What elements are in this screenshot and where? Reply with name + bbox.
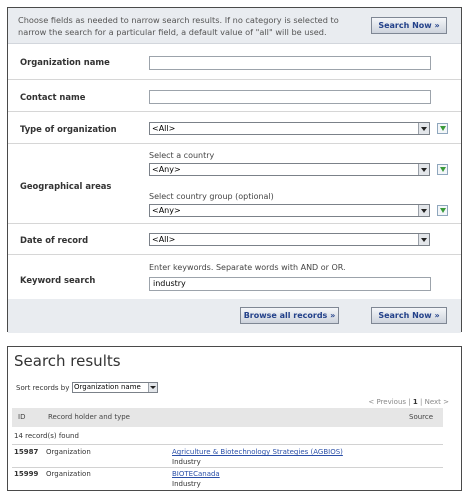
search-now-button-bottom[interactable]: Search Now » bbox=[371, 307, 447, 324]
date-of-record-value: <All> bbox=[152, 235, 176, 244]
geographical-areas-row: Select a country <Any> Geographical area… bbox=[8, 144, 461, 224]
previous-page-link[interactable]: < Previous bbox=[368, 398, 406, 406]
sort-label: Sort records by bbox=[16, 384, 70, 392]
chevron-down-icon[interactable] bbox=[418, 234, 429, 245]
organization-name-row: Organization name bbox=[8, 44, 461, 80]
date-of-record-label: Date of record bbox=[20, 235, 89, 245]
organization-name-input[interactable] bbox=[149, 56, 431, 70]
records-found-count: 14 record(s) found bbox=[14, 432, 79, 440]
country-group-label: Select country group (optional) bbox=[149, 192, 274, 201]
contact-name-row: Contact name bbox=[8, 80, 461, 112]
contact-name-input[interactable] bbox=[149, 90, 431, 104]
geographical-areas-label: Geographical areas bbox=[20, 181, 112, 191]
type-of-organization-label: Type of organization bbox=[20, 124, 117, 134]
organization-name-label: Organization name bbox=[20, 57, 110, 67]
search-now-button-top[interactable]: Search Now » bbox=[371, 17, 447, 34]
keyword-search-input[interactable]: industry bbox=[149, 277, 431, 291]
contact-name-label: Contact name bbox=[20, 92, 86, 102]
instructions-text: Choose fields as needed to narrow search… bbox=[18, 15, 339, 37]
record-type: Organization bbox=[46, 448, 91, 456]
record-category: Industry bbox=[172, 480, 201, 488]
country-group-value: <Any> bbox=[152, 206, 181, 215]
keyword-search-label: Keyword search bbox=[20, 275, 96, 285]
record-name-link[interactable]: BIOTECanada bbox=[172, 470, 220, 478]
add-country-group-icon[interactable] bbox=[437, 205, 448, 216]
type-of-organization-select[interactable]: <All> bbox=[149, 122, 430, 135]
pagination-separator: | bbox=[420, 398, 423, 406]
form-footer: Browse all records » Search Now » bbox=[8, 299, 461, 333]
column-header-record-holder: Record holder and type bbox=[48, 413, 130, 421]
record-id: 15987 bbox=[14, 448, 39, 456]
chevron-down-icon[interactable] bbox=[418, 205, 429, 216]
instructions-bar: Choose fields as needed to narrow search… bbox=[8, 8, 461, 44]
add-country-icon[interactable] bbox=[437, 164, 448, 175]
type-of-organization-value: <All> bbox=[152, 124, 176, 133]
sort-select[interactable]: Organization name bbox=[72, 382, 158, 393]
results-title: Search results bbox=[14, 352, 121, 370]
type-of-organization-row: Type of organization <All> bbox=[8, 112, 461, 144]
record-type: Organization bbox=[46, 470, 91, 478]
add-criteria-icon[interactable] bbox=[437, 123, 448, 134]
date-of-record-select[interactable]: <All> bbox=[149, 233, 430, 246]
sort-select-value: Organization name bbox=[74, 383, 141, 391]
chevron-down-icon[interactable] bbox=[418, 123, 429, 134]
pagination: < Previous | 1 | Next > bbox=[368, 398, 449, 406]
browse-all-records-button[interactable]: Browse all records » bbox=[240, 307, 339, 324]
country-select-value: <Any> bbox=[152, 165, 181, 174]
row-divider bbox=[12, 444, 443, 445]
country-select-label: Select a country bbox=[149, 151, 215, 160]
column-header-source: Source bbox=[409, 413, 434, 421]
column-header-id: ID bbox=[18, 413, 26, 421]
country-group-select[interactable]: <Any> bbox=[149, 204, 430, 217]
row-divider bbox=[12, 467, 443, 468]
results-table-header: ID Record holder and type Source bbox=[12, 408, 443, 427]
date-of-record-row: Date of record <All> bbox=[8, 224, 461, 255]
keyword-hint: Enter keywords. Separate words with AND … bbox=[149, 263, 346, 272]
record-category: Industry bbox=[172, 458, 201, 466]
next-page-link[interactable]: Next > bbox=[425, 398, 449, 406]
current-page: 1 bbox=[412, 398, 418, 406]
search-form-panel: Choose fields as needed to narrow search… bbox=[7, 7, 462, 333]
record-id: 15999 bbox=[14, 470, 39, 478]
chevron-down-icon[interactable] bbox=[148, 383, 157, 392]
keyword-search-row: Enter keywords. Separate words with AND … bbox=[8, 255, 461, 299]
record-name-link[interactable]: Agriculture & Biotechnology Strategies (… bbox=[172, 448, 343, 456]
country-select[interactable]: <Any> bbox=[149, 163, 430, 176]
search-results-panel: Search results Sort records by Organizat… bbox=[7, 346, 462, 491]
chevron-down-icon[interactable] bbox=[418, 164, 429, 175]
pagination-separator: | bbox=[408, 398, 411, 406]
